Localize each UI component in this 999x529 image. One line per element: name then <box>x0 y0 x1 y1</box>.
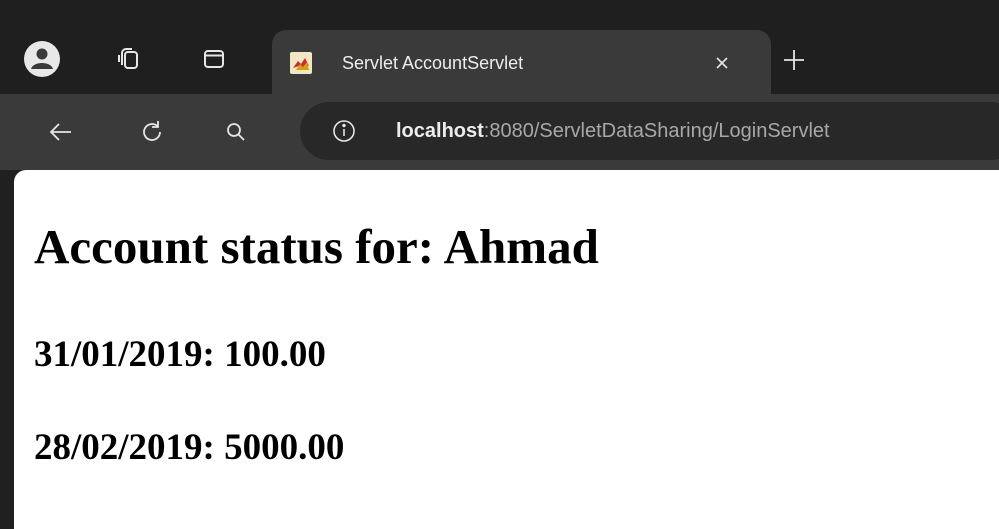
tab-strip: Servlet AccountServlet <box>0 0 999 94</box>
browser-window: Servlet AccountServlet localhost:8080/Se… <box>0 0 999 529</box>
page-title: Account status for: Ahmad <box>34 219 599 274</box>
url-text[interactable]: localhost:8080/ServletDataSharing/LoginS… <box>396 118 830 144</box>
profile-icon[interactable] <box>24 41 60 77</box>
account-entry: 31/01/2019: 100.00 <box>34 334 326 375</box>
close-icon[interactable] <box>707 48 737 78</box>
url-path: :8080/ServletDataSharing/LoginServlet <box>483 120 830 142</box>
workspaces-icon[interactable] <box>112 41 148 77</box>
page-viewport: Account status for: Ahmad 31/01/2019: 10… <box>14 170 999 529</box>
tomcat-favicon <box>290 52 312 74</box>
tab-actions-icon[interactable] <box>196 41 232 77</box>
toolbar: localhost:8080/ServletDataSharing/LoginS… <box>0 94 999 170</box>
info-icon[interactable] <box>331 118 357 144</box>
reload-icon[interactable] <box>135 115 169 149</box>
url-host: localhost <box>396 120 484 142</box>
tab-active[interactable]: Servlet AccountServlet <box>272 30 771 94</box>
search-icon[interactable] <box>219 115 253 149</box>
account-entry: 28/02/2019: 5000.00 <box>34 427 345 468</box>
tab-title: Servlet AccountServlet <box>342 53 524 73</box>
back-arrow-icon[interactable] <box>44 115 78 149</box>
address-bar[interactable]: localhost:8080/ServletDataSharing/LoginS… <box>300 102 999 160</box>
plus-icon[interactable] <box>778 44 810 76</box>
